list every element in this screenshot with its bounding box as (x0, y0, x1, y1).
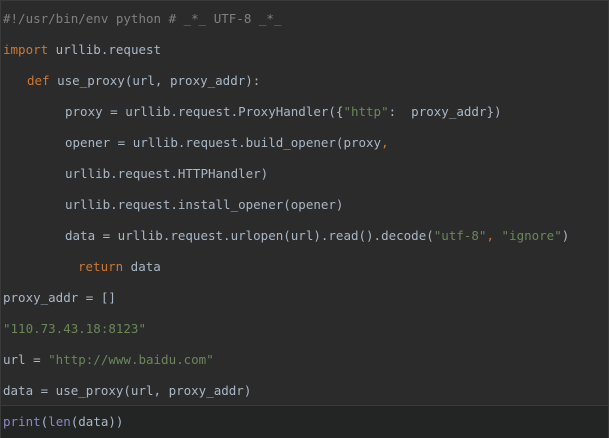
code-token: url = (3, 352, 49, 367)
code-line-4[interactable]: proxy = urllib.request.ProxyHandler({"ht… (65, 102, 502, 122)
code-editor[interactable]: #!/usr/bin/env python # _*_ UTF-8 _*_ im… (0, 0, 609, 438)
code-token: use_proxy(url, proxy_addr): (49, 73, 261, 88)
code-token: def (27, 73, 50, 88)
code-line-14[interactable]: print(len(data)) (3, 412, 123, 432)
code-token: len (48, 414, 71, 429)
code-token: ) (561, 228, 570, 243)
code-token: urllib.request.install_opener(opener) (65, 197, 344, 212)
code-line-9[interactable]: return data (78, 257, 161, 277)
code-token: "110.73.43.18:8123" (3, 321, 146, 336)
code-token: data (123, 259, 161, 274)
code-line-5[interactable]: opener = urllib.request.build_opener(pro… (65, 133, 389, 153)
code-token: data = urllib.request.urlopen(url).read(… (65, 228, 434, 243)
code-line-10[interactable]: proxy_addr = [] (3, 288, 116, 308)
code-token: : proxy_addr}) (388, 104, 502, 119)
code-token: opener = urllib.request.build_opener(pro… (65, 135, 382, 150)
code-token: return (78, 259, 124, 274)
code-line-6[interactable]: urllib.request.HTTPHandler) (65, 164, 268, 184)
code-line-3[interactable]: def use_proxy(url, proxy_addr): (27, 71, 260, 91)
code-line-8[interactable]: data = urllib.request.urlopen(url).read(… (65, 226, 569, 246)
code-token: "http://www.baidu.com" (48, 352, 214, 367)
code-line-1[interactable]: #!/usr/bin/env python # _*_ UTF-8 _*_ (3, 9, 281, 29)
code-token: #!/usr/bin/env python # _*_ UTF-8 _*_ (3, 11, 282, 26)
code-token: proxy_addr = [] (3, 290, 116, 305)
code-token: "utf-8" (433, 228, 487, 243)
code-token: , (381, 135, 389, 150)
code-token: (data)) (70, 414, 124, 429)
code-line-13[interactable]: data = use_proxy(url, proxy_addr) (3, 381, 251, 401)
code-line-11[interactable]: "110.73.43.18:8123" (3, 319, 146, 339)
code-line-7[interactable]: urllib.request.install_opener(opener) (65, 195, 343, 215)
code-line-2[interactable]: import urllib.request (3, 40, 161, 60)
code-token: urllib.request (48, 42, 162, 57)
code-token: "http" (343, 104, 389, 119)
code-token: urllib.request.HTTPHandler) (65, 166, 269, 181)
code-line-12[interactable]: url = "http://www.baidu.com" (3, 350, 214, 370)
code-token: print (3, 414, 41, 429)
code-token: data = use_proxy(url, proxy_addr) (3, 383, 252, 398)
code-token: "ignore" (501, 228, 562, 243)
code-token: , (486, 228, 502, 243)
code-token: proxy = urllib.request.ProxyHandler({ (65, 104, 344, 119)
code-token: import (3, 42, 49, 57)
